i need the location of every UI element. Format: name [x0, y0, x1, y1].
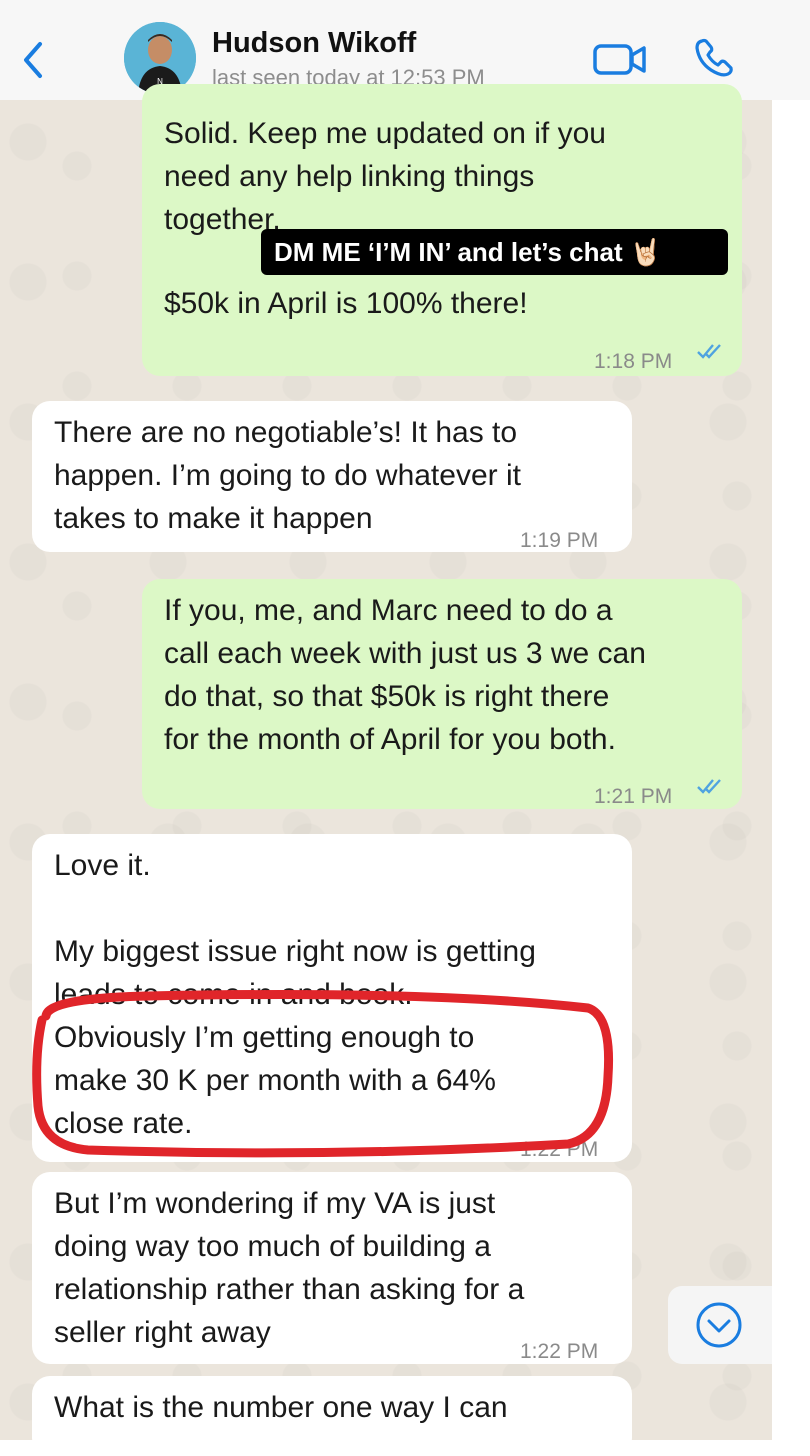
message-incoming[interactable]: But I’m wondering if my VA is just doing… — [32, 1172, 632, 1364]
message-text: Solid. Keep me updated on if you need an… — [164, 117, 606, 236]
message-time: 1:21 PM — [594, 785, 673, 808]
message-text: There are no negotiable’s! It has to hap… — [54, 416, 521, 535]
message-incoming[interactable]: What is the number one way I can — [32, 1376, 632, 1456]
chevron-down-circle-icon — [696, 1302, 742, 1348]
phone-icon[interactable] — [692, 36, 736, 80]
message-time: 1:18 PM — [594, 350, 673, 373]
video-camera-icon[interactable] — [592, 40, 648, 78]
message-text: What is the number one way I can — [54, 1391, 508, 1424]
highlight-ring — [32, 990, 614, 1158]
chevron-left-icon[interactable] — [18, 38, 48, 82]
message-text: If you, me, and Marc need to do a call e… — [164, 594, 646, 756]
message-time: 1:22 PM — [520, 1340, 599, 1363]
read-ticks-icon — [697, 344, 721, 359]
message-time: 1:19 PM — [520, 529, 599, 552]
contact-name[interactable]: Hudson Wikoff — [212, 27, 416, 60]
message-text: But I’m wondering if my VA is just doing… — [54, 1187, 525, 1349]
message-outgoing[interactable]: If you, me, and Marc need to do a call e… — [142, 579, 742, 809]
message-incoming[interactable]: There are no negotiable’s! It has to hap… — [32, 401, 632, 552]
scroll-to-bottom-button[interactable] — [668, 1286, 772, 1364]
right-margin — [772, 100, 810, 1440]
read-ticks-icon — [697, 779, 721, 794]
promo-overlay-banner: DM ME ‘I’M IN’ and let’s chat 🤘🏻 — [261, 229, 728, 275]
message-text: $50k in April is 100% there! — [164, 287, 528, 320]
